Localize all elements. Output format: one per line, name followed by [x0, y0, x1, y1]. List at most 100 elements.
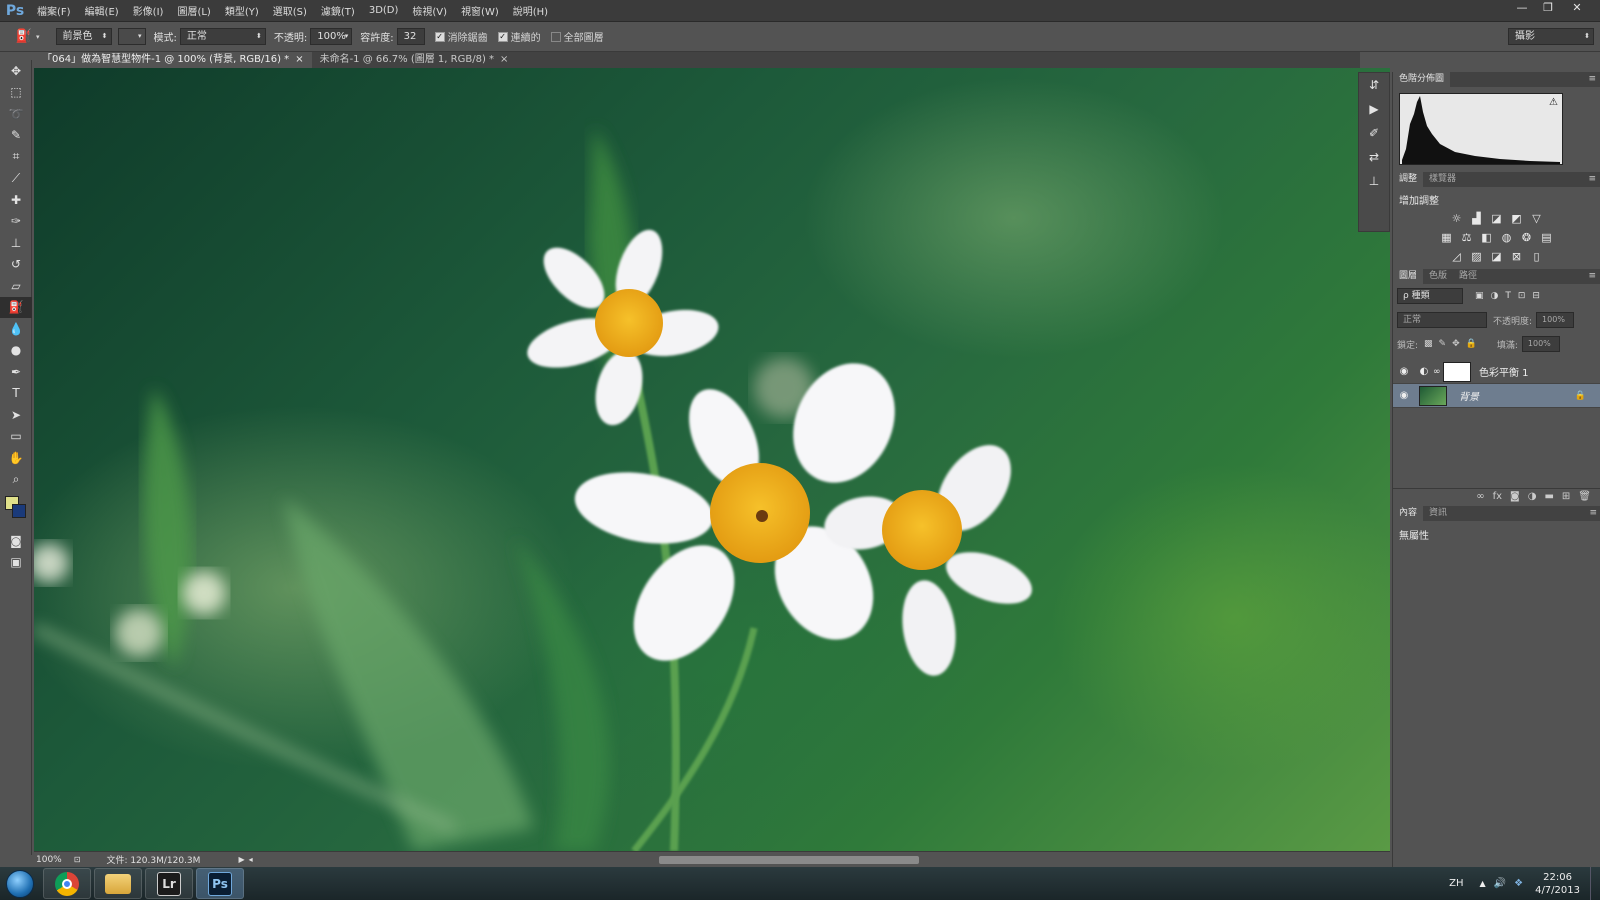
pen-tool-icon[interactable]: ✒	[0, 361, 32, 383]
marquee-tool-icon[interactable]: ⬚	[0, 82, 32, 104]
tab-channels[interactable]: 色版	[1423, 269, 1453, 284]
visibility-eye-icon[interactable]: ◉	[1393, 366, 1415, 377]
show-desktop-button[interactable]	[1590, 867, 1600, 900]
contiguous-checkbox[interactable]: ✓	[497, 31, 508, 42]
volume-icon[interactable]: 🔊	[1494, 878, 1506, 889]
history-brush-tool-icon[interactable]: ↺	[0, 254, 32, 276]
menu-view[interactable]: 檢視(V)	[405, 3, 454, 18]
menu-filter[interactable]: 濾鏡(T)	[314, 3, 362, 18]
gradient-map-icon[interactable]: ▯	[1527, 250, 1547, 263]
path-select-tool-icon[interactable]: ➤	[0, 404, 32, 426]
tab-properties[interactable]: 內容	[1393, 506, 1424, 521]
layer-fill-input[interactable]: 100%	[1521, 336, 1560, 352]
panel-menu-icon[interactable]: ≡	[1588, 269, 1596, 284]
lasso-tool-icon[interactable]: ➰	[0, 103, 32, 125]
screen-mode-icon[interactable]: ▣	[0, 552, 32, 574]
brush-tool-icon[interactable]: ✑	[0, 211, 32, 233]
dodge-tool-icon[interactable]: ●	[0, 340, 32, 362]
layer-filter-icons[interactable]: ▣◑T⊡⊟	[1475, 291, 1547, 301]
tab-document-1[interactable]: 「064」做為智慧型物件-1 @ 100% (背景, RGB/16) * ×	[34, 52, 312, 68]
taskbar-chrome[interactable]	[43, 868, 91, 899]
healing-brush-tool-icon[interactable]: ✚	[0, 189, 32, 211]
tolerance-input[interactable]: 32	[396, 28, 425, 45]
rectangle-tool-icon[interactable]: ▭	[0, 426, 32, 448]
actions-panel-icon[interactable]: ▶	[1359, 97, 1389, 121]
quick-select-tool-icon[interactable]: ✎	[0, 125, 32, 147]
workspace-select[interactable]: 攝影 ⬍	[1508, 28, 1594, 45]
layer-background[interactable]: ◉ 背景 🔒	[1393, 384, 1600, 408]
color-lookup-icon[interactable]: ▤	[1537, 231, 1557, 244]
menu-window[interactable]: 視窗(W)	[454, 3, 506, 18]
eyedropper-tool-icon[interactable]: ⟋	[0, 168, 32, 190]
taskbar-photoshop[interactable]: Ps	[196, 868, 244, 899]
close-button[interactable]: ✕	[1565, 0, 1589, 18]
all-layers-checkbox[interactable]: ✓	[550, 31, 561, 42]
threshold-icon[interactable]: ◪	[1487, 250, 1507, 263]
start-button[interactable]	[0, 867, 40, 900]
status-toggle-icon[interactable]: ⊡	[74, 855, 81, 864]
panel-menu-icon[interactable]: ≡	[1588, 172, 1596, 187]
eraser-tool-icon[interactable]: ▱	[0, 275, 32, 297]
tab-adjustments[interactable]: 調整	[1393, 172, 1424, 187]
tab-layers[interactable]: 圖層	[1393, 269, 1424, 284]
warning-icon[interactable]: ⚠	[1549, 97, 1558, 108]
link-layers-icon[interactable]: ∞	[1476, 491, 1484, 502]
layer-opacity-input[interactable]: 100%	[1536, 312, 1575, 328]
layer-style-icon[interactable]: fx	[1493, 491, 1502, 502]
brush-panel-icon[interactable]: ✐	[1359, 121, 1389, 145]
lock-icons[interactable]: ▩✎✥🔒	[1424, 339, 1483, 349]
new-layer-icon[interactable]: ⊞	[1562, 491, 1570, 502]
exposure-icon[interactable]: ◩	[1507, 212, 1527, 225]
layer-color-balance[interactable]: ◉ ◐ ∞ 色彩平衡 1	[1393, 360, 1600, 384]
menu-select[interactable]: 選取(S)	[266, 3, 314, 18]
channel-mixer-icon[interactable]: ❂	[1517, 231, 1537, 244]
color-balance-icon[interactable]: ⚖	[1457, 231, 1477, 244]
selective-color-icon[interactable]: ⊠	[1507, 250, 1527, 263]
type-tool-icon[interactable]: T	[0, 383, 32, 405]
hand-tool-icon[interactable]: ✋	[0, 447, 32, 469]
status-menu-arrow-icon[interactable]: ▶	[238, 855, 244, 864]
delete-layer-icon[interactable]: 🗑	[1578, 491, 1591, 502]
stamp-tool-icon[interactable]: ⊥	[0, 232, 32, 254]
taskbar-explorer[interactable]	[94, 868, 142, 899]
photo-filter-icon[interactable]: ◍	[1497, 231, 1517, 244]
opacity-input[interactable]: 100% ▾	[310, 28, 353, 45]
clock[interactable]: 22:06 4/7/2013	[1535, 871, 1580, 897]
antialias-checkbox[interactable]: ✓	[434, 31, 445, 42]
scroll-left-icon[interactable]: ◂	[249, 855, 253, 864]
paint-bucket-icon[interactable]: ⛽	[12, 29, 36, 44]
tool-preset-arrow-icon[interactable]: ▾	[36, 33, 40, 41]
horizontal-scrollbar[interactable]	[659, 856, 919, 864]
blur-tool-icon[interactable]: 💧	[0, 318, 32, 340]
curves-icon[interactable]: ◪	[1487, 212, 1507, 225]
hue-saturation-icon[interactable]: ▦	[1437, 231, 1457, 244]
minimize-button[interactable]: —	[1510, 0, 1534, 18]
document-canvas[interactable]	[34, 68, 1390, 851]
move-tool-icon[interactable]: ✥	[0, 60, 32, 82]
add-mask-icon[interactable]: ◙	[1510, 491, 1520, 502]
brush-presets-icon[interactable]: ⇄	[1359, 145, 1389, 169]
posterize-icon[interactable]: ▨	[1467, 250, 1487, 263]
chain-link-icon[interactable]: ∞	[1433, 367, 1443, 377]
close-icon[interactable]: ×	[500, 54, 508, 65]
visibility-eye-icon[interactable]: ◉	[1393, 390, 1415, 401]
levels-icon[interactable]: ▟	[1467, 212, 1487, 225]
language-indicator[interactable]: ZH	[1449, 878, 1463, 889]
zoom-level[interactable]: 100%	[36, 855, 62, 865]
menu-help[interactable]: 說明(H)	[506, 3, 555, 18]
menu-type[interactable]: 類型(Y)	[218, 3, 266, 18]
fill-source-select[interactable]: 前景色 ⬍	[55, 28, 112, 45]
color-swatches[interactable]	[0, 490, 31, 530]
pattern-picker[interactable]: ▾	[117, 28, 146, 45]
crop-tool-icon[interactable]: ⌗	[0, 146, 32, 168]
history-panel-icon[interactable]: ⇵	[1359, 73, 1389, 97]
tab-document-2[interactable]: 未命名-1 @ 66.7% (圖層 1, RGB/8) * ×	[312, 52, 517, 68]
tab-styles[interactable]: 樣覽器	[1423, 172, 1462, 187]
menu-image[interactable]: 影像(I)	[126, 3, 171, 18]
menu-edit[interactable]: 編輯(E)	[78, 3, 126, 18]
show-hidden-icons-icon[interactable]: ▲	[1480, 879, 1486, 888]
new-adjustment-icon[interactable]: ◑	[1528, 491, 1537, 502]
tab-histogram[interactable]: 色階分佈圖	[1393, 72, 1451, 87]
layer-mask-thumbnail[interactable]	[1443, 361, 1471, 382]
menu-file[interactable]: 檔案(F)	[30, 3, 78, 18]
